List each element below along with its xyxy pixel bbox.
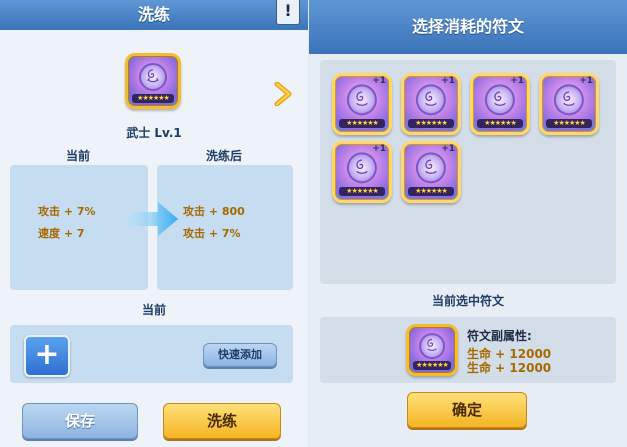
rune-item[interactable]: +1 ★★★★★★ <box>539 73 599 135</box>
rune-stars: ★★★★★★ <box>477 119 523 129</box>
rune-item[interactable]: +1 ★★★★★★ <box>470 73 530 135</box>
bottom-current-label: 当前 <box>141 303 166 317</box>
rune-emblem-icon <box>139 63 167 91</box>
rune-stars: ★★★★★★ <box>339 187 385 197</box>
selected-rune-label: 当前选中符文 <box>431 294 504 308</box>
rune-plus-badge: +1 <box>441 144 455 154</box>
rune-stars: ★★★★★★ <box>412 360 452 370</box>
rune-stars: ★★★★★★ <box>408 119 454 129</box>
refine-button[interactable]: 洗练 <box>163 403 281 439</box>
rune-emblem-icon <box>419 333 445 360</box>
selected-rune-box: ★★★★★★ 符文副属性: 生命 + 12000 生命 + 12000 <box>320 317 616 383</box>
rune-icon: ★★★★★★ <box>125 53 181 109</box>
rune-name: 武士 Lv.1 <box>126 126 182 140</box>
rune-emblem-icon <box>346 83 378 116</box>
rune-emblem-icon <box>484 83 516 116</box>
add-rune-button[interactable]: + <box>24 335 70 377</box>
rune-stars: ★★★★★★ <box>408 187 454 197</box>
refine-title: 洗练 <box>0 0 308 30</box>
sub-attr-2: 生命 + 12000 <box>467 361 552 375</box>
rune-grid: +1 ★★★★★★ +1 ★★★★★★ +1 ★★★★★★ +1 ★★★★★★ … <box>320 60 616 284</box>
current-stat-1: 攻击 + 7% <box>38 205 96 218</box>
rune-stars: ★★★★★★ <box>546 119 592 129</box>
next-arrow-icon[interactable] <box>273 82 293 106</box>
rune-plus-badge: +1 <box>579 76 593 86</box>
rune-item[interactable]: +1 ★★★★★★ <box>401 141 461 203</box>
rune-emblem-icon <box>553 83 585 116</box>
rune-item[interactable]: +1 ★★★★★★ <box>332 141 392 203</box>
rune-emblem-icon <box>415 83 447 116</box>
rune-stars: ★★★★★★ <box>132 93 174 103</box>
after-stat-1: 攻击 + 800 <box>183 205 245 218</box>
rune-plus-badge: +1 <box>510 76 524 86</box>
rune-item[interactable]: +1 ★★★★★★ <box>401 73 461 135</box>
rune-plus-badge: +1 <box>441 76 455 86</box>
transform-arrow-icon <box>126 202 178 236</box>
rune-emblem-icon <box>415 151 447 184</box>
select-rune-title: 选择消耗的符文 <box>309 0 627 54</box>
refine-panel: 洗练 ! ★★★★★★ 武士 Lv.1 当前 洗练后 攻击 + 7% 速度 + … <box>0 0 308 447</box>
rune-plus-badge: +1 <box>372 76 386 86</box>
rune-emblem-icon <box>346 151 378 184</box>
select-rune-panel: 选择消耗的符文 +1 ★★★★★★ +1 ★★★★★★ +1 ★★★★★★ +1… <box>309 0 627 447</box>
save-button[interactable]: 保存 <box>22 403 138 439</box>
after-stat-2: 攻击 + 7% <box>183 227 241 240</box>
info-icon[interactable]: ! <box>276 0 300 25</box>
current-label: 当前 <box>66 149 91 163</box>
selected-rune-icon: ★★★★★★ <box>406 324 458 376</box>
rune-plus-badge: +1 <box>372 144 386 154</box>
sub-attr-label: 符文副属性: <box>467 329 532 343</box>
quick-add-button[interactable]: 快速添加 <box>203 343 277 367</box>
after-refine-label: 洗练后 <box>206 149 243 163</box>
rune-stars: ★★★★★★ <box>339 119 385 129</box>
current-stat-2: 速度 + 7 <box>38 227 85 240</box>
rune-item[interactable]: +1 ★★★★★★ <box>332 73 392 135</box>
current-rune-slot: + 快速添加 <box>10 325 293 383</box>
confirm-button[interactable]: 确定 <box>407 392 527 428</box>
